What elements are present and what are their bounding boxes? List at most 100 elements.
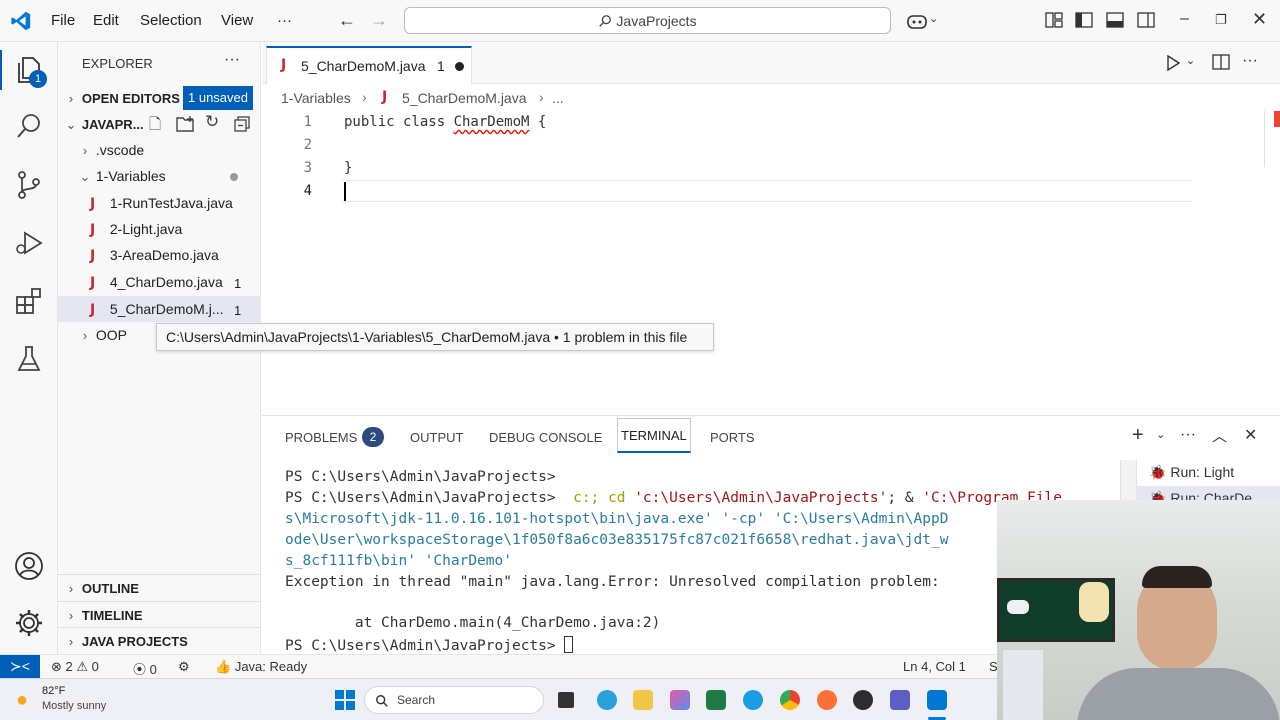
menu-view[interactable]: View [221, 12, 253, 29]
explorer-icon[interactable]: 1 [13, 54, 47, 88]
panel-more-icon[interactable]: ··· [1180, 426, 1196, 444]
copilot-app-icon[interactable] [670, 690, 690, 710]
chrome-icon[interactable] [780, 690, 800, 710]
file-explorer-icon[interactable] [633, 690, 653, 710]
editor-more-icon[interactable]: ··· [1242, 52, 1258, 70]
app-icon[interactable] [853, 690, 873, 710]
edge-icon[interactable] [743, 690, 763, 710]
file-name: 3-AreaDemo.java [109, 247, 219, 263]
debug-icon[interactable]: ⚙ [178, 659, 190, 675]
run-debug-icon[interactable] [13, 227, 45, 259]
account-icon[interactable] [13, 550, 45, 582]
menu-edit[interactable]: Edit [93, 12, 119, 29]
telegram-icon[interactable] [597, 690, 617, 710]
explorer-more-icon[interactable]: ··· [224, 51, 240, 69]
tree-item-variables[interactable]: ⌄ 1-Variables [58, 163, 261, 189]
tree-item-label: 1-Variables [95, 168, 166, 184]
close-panel-icon[interactable]: ✕ [1244, 425, 1257, 445]
command-center-search[interactable]: JavaProjects [404, 7, 891, 34]
source-control-icon[interactable] [13, 169, 45, 201]
copilot-icon[interactable] [906, 11, 928, 31]
windows-start-icon[interactable] [335, 690, 355, 710]
customize-layout-icon[interactable] [1045, 12, 1063, 28]
outline-section[interactable]: › OUTLINE [58, 574, 261, 600]
project-header: JAVAPR... [81, 117, 144, 132]
tree-item-file[interactable]: J 3-AreaDemo.java [58, 242, 261, 268]
tab-ports[interactable]: PORTS [710, 430, 755, 445]
new-terminal-icon[interactable]: + [1132, 424, 1144, 447]
toggle-panel-icon[interactable] [1106, 12, 1124, 28]
tree-item-file[interactable]: J 4_CharDemo.java 1 [58, 269, 261, 295]
run-chevron-icon[interactable]: ⌄ [1186, 54, 1195, 67]
tab-output[interactable]: OUTPUT [410, 430, 463, 445]
java-status[interactable]: 👍 Java: Ready [215, 659, 307, 675]
breadcrumb-file[interactable]: 5_CharDemoM.java [402, 90, 527, 106]
vscode-taskbar-icon[interactable] [927, 690, 947, 710]
tree-item-file[interactable]: J 1-RunTestJava.java [58, 190, 261, 216]
weather-sun-icon[interactable]: ● [16, 689, 28, 712]
refresh-icon[interactable]: ↻ [205, 112, 219, 132]
code-editor[interactable]: 1 2 3 4 public class CharDemoM { } [262, 111, 1280, 415]
terminal-line: PS C:\Users\Admin\JavaProjects> c:; cd '… [285, 490, 1062, 506]
excel-icon[interactable] [706, 690, 726, 710]
toggle-secondary-sidebar-icon[interactable] [1137, 12, 1155, 28]
explorer-badge: 1 [29, 70, 47, 88]
search-label: JavaProjects [616, 13, 697, 29]
settings-gear-icon[interactable] [13, 607, 45, 639]
menu-selection[interactable]: Selection [140, 12, 202, 29]
tree-item-file-selected[interactable]: J 5_CharDemoM.j... 1 [58, 296, 261, 322]
tab-terminal[interactable]: TERMINAL [617, 418, 691, 453]
maximize-panel-icon[interactable]: ︿ [1212, 425, 1227, 446]
unsaved-dot-icon[interactable] [455, 62, 464, 71]
taskbar-search-label: Search [397, 693, 436, 707]
extensions-icon[interactable] [13, 285, 45, 317]
breadcrumb-symbol[interactable]: ... [552, 90, 564, 106]
task-view-icon[interactable] [558, 692, 574, 708]
breadcrumb-folder[interactable]: 1-Variables [281, 90, 351, 106]
tree-item-vscode[interactable]: › .vscode [58, 137, 261, 163]
errors-status[interactable]: ⊗ 2 ⚠ 0 [51, 659, 99, 675]
java-projects-section[interactable]: › JAVA PROJECTS [58, 627, 261, 653]
search-view-icon[interactable] [13, 110, 45, 142]
poster [1079, 582, 1109, 622]
terminal-line: at CharDemo.main(4_CharDemo.java:2) [285, 615, 661, 631]
app-icon[interactable] [890, 690, 910, 710]
forward-arrow-icon[interactable]: → [370, 10, 388, 31]
testing-flask-icon[interactable] [13, 343, 45, 375]
toggle-primary-sidebar-icon[interactable] [1075, 12, 1093, 28]
tab-debug-console[interactable]: DEBUG CONSOLE [489, 430, 602, 445]
close-window-icon[interactable]: ✕ [1252, 9, 1267, 30]
copilot-chevron-icon[interactable]: ⌄ [929, 12, 938, 25]
collapse-all-icon[interactable] [234, 116, 250, 132]
menu-more[interactable]: ··· [277, 12, 292, 29]
terminal-list-item[interactable]: 🐞 Run: Light [1137, 460, 1280, 486]
scrollbar-track[interactable] [1264, 111, 1265, 167]
new-folder-icon[interactable] [176, 115, 196, 133]
restore-icon[interactable]: ❐ [1215, 12, 1227, 28]
cursor-position[interactable]: Ln 4, Col 1 [903, 659, 966, 674]
editor-tab-active[interactable]: J 5_CharDemoM.java 1 [266, 46, 472, 84]
problem-count: 1 [234, 303, 242, 318]
breadcrumb: 1-Variables › J 5_CharDemoM.java › ... [262, 85, 1280, 111]
menu-file[interactable]: File [51, 12, 75, 29]
code-line-3: } [344, 160, 353, 176]
terminal-profile-chevron-icon[interactable]: ⌄ [1156, 428, 1165, 441]
remote-indicator-icon[interactable]: ≻< [0, 655, 40, 679]
timeline-section[interactable]: › TIMELINE [58, 601, 261, 627]
ports-status[interactable]: ⦿ 0 [133, 659, 157, 678]
vscode-logo-icon [11, 11, 31, 31]
presenter-hair [1142, 566, 1212, 588]
tree-item-file[interactable]: J 2-Light.java [58, 216, 261, 242]
taskbar-search[interactable]: Search [364, 686, 544, 714]
run-play-icon[interactable] [1166, 55, 1180, 71]
chevron-down-icon: ⌄ [79, 169, 91, 184]
line-number: 1 [303, 114, 312, 130]
minimize-icon[interactable]: – [1180, 10, 1189, 28]
firefox-icon[interactable] [817, 690, 837, 710]
new-file-icon[interactable]: 🗋 [149, 114, 161, 139]
tab-problems[interactable]: PROBLEMS [285, 430, 357, 445]
file-name: 1-RunTestJava.java [109, 195, 233, 211]
tree-item-label: OOP [95, 327, 128, 343]
back-arrow-icon[interactable]: ← [338, 10, 356, 31]
split-editor-icon[interactable] [1212, 54, 1230, 70]
